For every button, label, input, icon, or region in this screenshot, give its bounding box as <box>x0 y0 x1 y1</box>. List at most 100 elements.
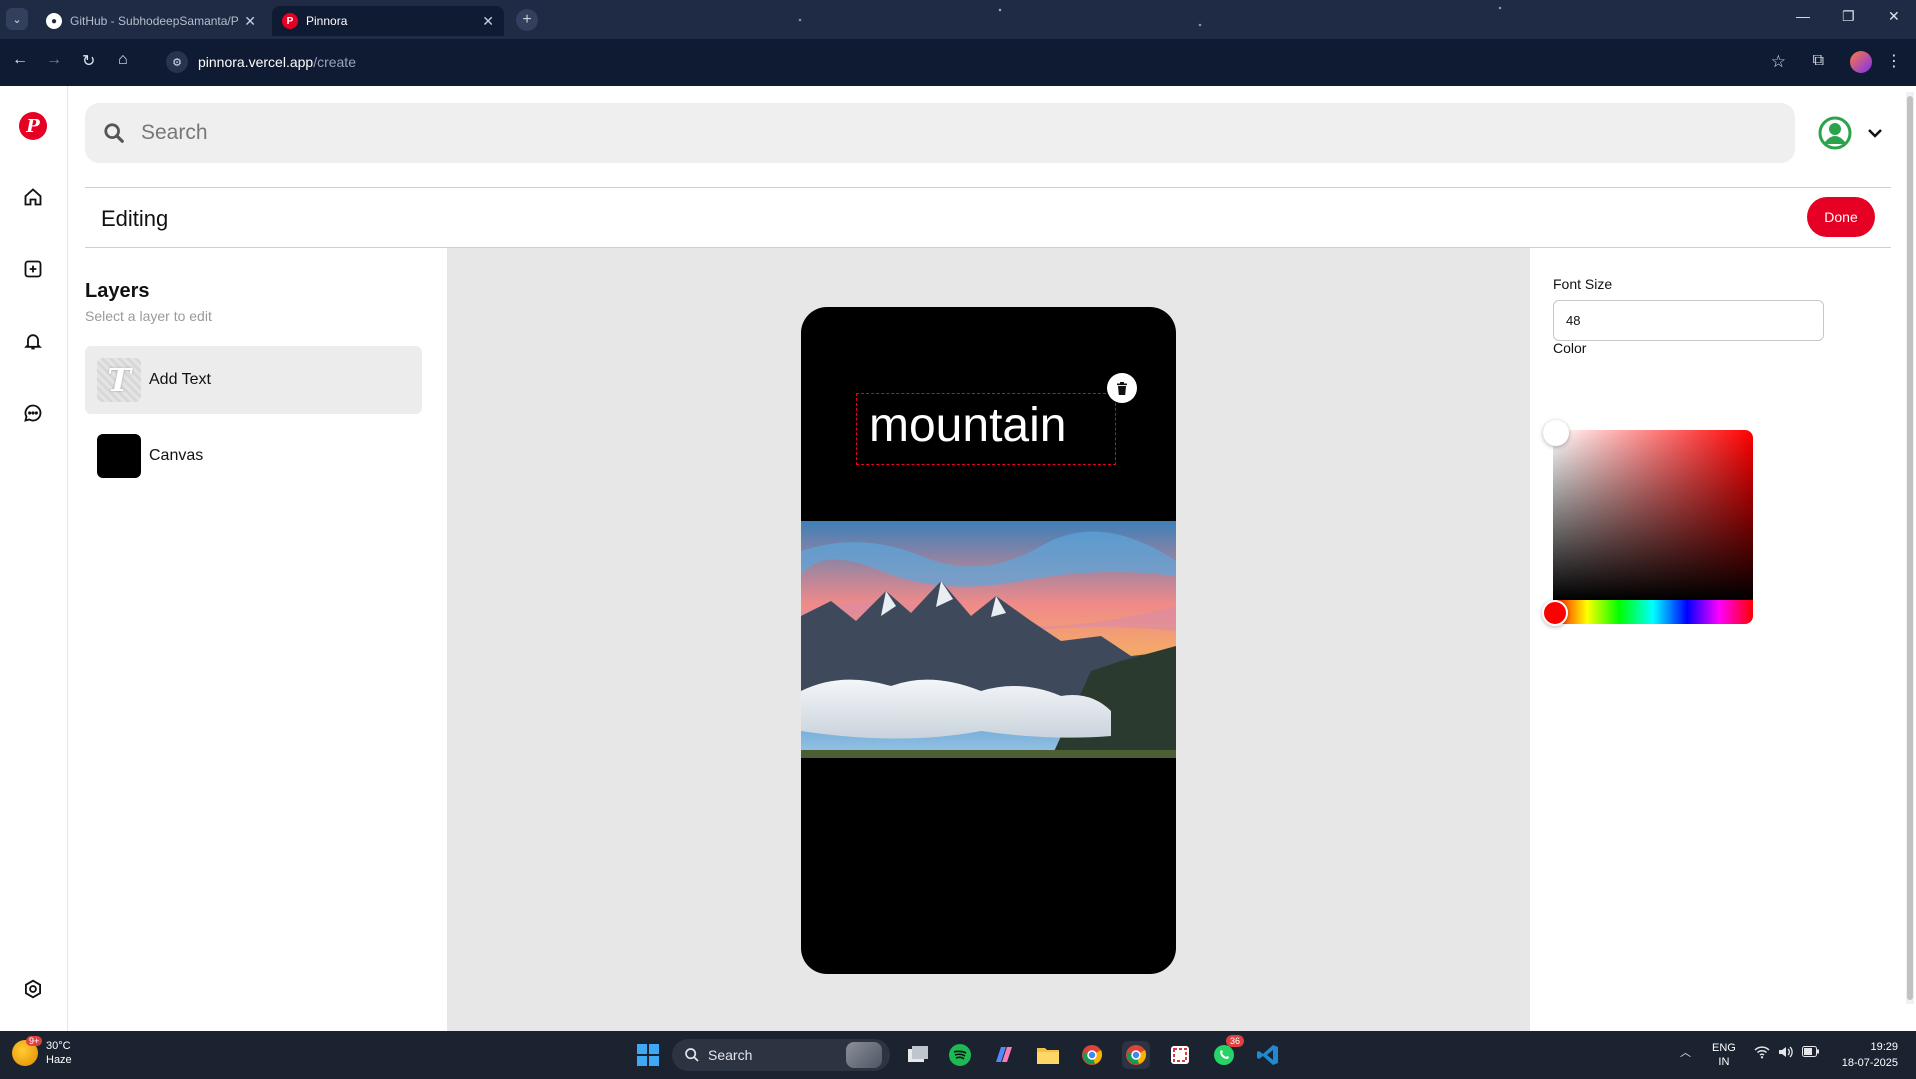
reload-icon[interactable]: ↻ <box>82 51 95 71</box>
spotify-icon[interactable] <box>946 1041 974 1069</box>
bookmark-star-icon[interactable]: ☆ <box>1771 52 1786 72</box>
messages-icon[interactable] <box>22 402 44 424</box>
battery-icon[interactable] <box>1802 1046 1820 1060</box>
close-tab-icon[interactable]: ✕ <box>244 13 256 30</box>
windows-taskbar: 9+ 30°C Haze Search 36 ︿ ENG IN 19:29 18… <box>0 1031 1916 1079</box>
browser-menu-icon[interactable]: ⋮ <box>1886 51 1902 71</box>
color-saturation-picker[interactable] <box>1553 430 1753 600</box>
tab-github[interactable]: ● GitHub - SubhodeepSamanta/P ✕ <box>36 6 266 36</box>
region-code: IN <box>1718 1056 1730 1068</box>
create-icon[interactable] <box>22 258 44 280</box>
chevron-down-icon[interactable] <box>1866 124 1884 142</box>
layer-item-canvas[interactable]: Canvas <box>85 422 422 490</box>
extensions-icon[interactable]: ⧉ <box>1813 52 1824 70</box>
tab-title: Pinnora <box>306 14 348 28</box>
pinnora-favicon-icon: P <box>282 13 298 29</box>
weather-icon: 9+ <box>12 1036 43 1066</box>
clock-date: 18-07-2025 <box>1841 1057 1898 1069</box>
whatsapp-badge: 36 <box>1225 1035 1244 1047</box>
volume-icon[interactable] <box>1778 1045 1794 1062</box>
trash-icon <box>1117 381 1127 395</box>
tab-search-button[interactable]: ⌄ <box>6 8 28 30</box>
pin-canvas[interactable]: mountain <box>801 307 1176 974</box>
layer-label: Canvas <box>149 447 204 464</box>
app-root: P Editing Done Layers Select a layer to … <box>0 86 1916 1031</box>
system-clock[interactable]: 19:29 18-07-2025 <box>1842 1039 1898 1071</box>
layers-title: Layers <box>85 280 150 302</box>
close-window-icon[interactable]: ✕ <box>1888 8 1900 25</box>
snipping-tool-icon[interactable] <box>1166 1041 1194 1069</box>
language-code: ENG <box>1712 1042 1736 1054</box>
home-icon[interactable] <box>22 186 44 208</box>
saturation-handle[interactable] <box>1543 420 1569 446</box>
page-scrollbar[interactable] <box>1906 92 1914 1004</box>
language-indicator[interactable]: ENG IN <box>1712 1041 1736 1069</box>
github-icon: ● <box>46 13 62 29</box>
wifi-icon[interactable] <box>1754 1045 1770 1062</box>
scrollbar-thumb[interactable] <box>1907 96 1913 1000</box>
search-highlight-image <box>846 1042 882 1068</box>
notifications-icon[interactable] <box>22 330 44 352</box>
minimize-icon[interactable]: — <box>1796 8 1810 24</box>
browser-toolbar: ← → ↻ ⌂ ⚙ pinnora.vercel.app/create ☆ ⧉ … <box>0 39 1916 86</box>
start-button[interactable] <box>634 1041 662 1069</box>
file-explorer-icon[interactable] <box>1034 1041 1062 1069</box>
tray-overflow-icon[interactable]: ︿ <box>1680 1044 1691 1060</box>
layer-item-text[interactable]: T Add Text <box>85 346 422 414</box>
left-sidebar: P <box>0 86 68 1031</box>
taskbar-search[interactable]: Search <box>672 1039 890 1071</box>
layers-panel: Layers Select a layer to edit T Add Text… <box>85 248 447 1031</box>
address-bar[interactable]: ⚙ pinnora.vercel.app/create <box>158 45 1766 79</box>
font-size-input[interactable] <box>1553 300 1824 341</box>
vscode-icon[interactable] <box>1254 1041 1282 1069</box>
search-icon <box>685 1048 699 1062</box>
mountain-image[interactable] <box>801 521 1176 758</box>
copilot-icon[interactable] <box>990 1041 1018 1069</box>
text-layer-icon: T <box>97 358 141 402</box>
chrome-active-icon[interactable] <box>1122 1041 1150 1069</box>
hue-handle[interactable] <box>1542 600 1568 626</box>
windows-icon <box>637 1044 659 1066</box>
tab-pinnora[interactable]: P Pinnora ✕ <box>272 6 504 36</box>
forward-icon[interactable]: → <box>46 51 62 69</box>
editor-stage: mountain <box>447 248 1530 1031</box>
editing-header: Editing Done <box>85 187 1891 248</box>
layer-label: Add Text <box>149 371 211 388</box>
restore-icon[interactable]: ❐ <box>1842 8 1855 25</box>
new-tab-button[interactable]: + <box>516 9 538 31</box>
chrome-profile-icon[interactable] <box>1078 1041 1106 1069</box>
layers-subtitle: Select a layer to edit <box>85 308 212 324</box>
hue-slider[interactable] <box>1553 600 1753 624</box>
whatsapp-icon[interactable]: 36 <box>1210 1035 1244 1069</box>
back-icon[interactable]: ← <box>12 51 28 69</box>
search-input[interactable] <box>141 121 1641 145</box>
search-bar[interactable] <box>85 103 1795 163</box>
browser-tab-bar: ⌄ ● GitHub - SubhodeepSamanta/P ✕ P Pinn… <box>0 0 1916 39</box>
weather-widget[interactable]: 9+ 30°C Haze <box>12 1036 72 1067</box>
done-button[interactable]: Done <box>1807 197 1875 237</box>
settings-icon[interactable] <box>22 978 44 1000</box>
site-info-icon[interactable]: ⚙ <box>166 51 188 73</box>
close-tab-icon[interactable]: ✕ <box>482 13 494 30</box>
weather-badge: 9+ <box>26 1036 43 1046</box>
pinnora-logo[interactable]: P <box>19 112 47 140</box>
user-avatar[interactable] <box>1818 116 1852 150</box>
text-layer-content[interactable]: mountain <box>869 398 1066 453</box>
task-view-icon[interactable] <box>904 1041 932 1069</box>
delete-layer-button[interactable] <box>1107 373 1137 403</box>
search-icon <box>104 123 124 143</box>
page-title: Editing <box>101 206 169 231</box>
url-path: /create <box>313 54 356 70</box>
home-icon[interactable]: ⌂ <box>118 51 128 69</box>
properties-panel: Font Size Color <box>1530 248 1916 1031</box>
taskbar-search-label: Search <box>708 1047 753 1063</box>
weather-desc: Haze <box>46 1054 72 1066</box>
tab-title: GitHub - SubhodeepSamanta/P <box>70 14 239 28</box>
browser-profile-avatar[interactable] <box>1850 51 1872 73</box>
font-size-label: Font Size <box>1553 276 1613 292</box>
text-layer-box[interactable]: mountain <box>856 393 1116 465</box>
canvas-layer-thumbnail <box>97 434 141 478</box>
clock-time: 19:29 <box>1870 1041 1898 1053</box>
url-host: pinnora.vercel.app <box>198 54 314 70</box>
color-label: Color <box>1553 340 1587 356</box>
